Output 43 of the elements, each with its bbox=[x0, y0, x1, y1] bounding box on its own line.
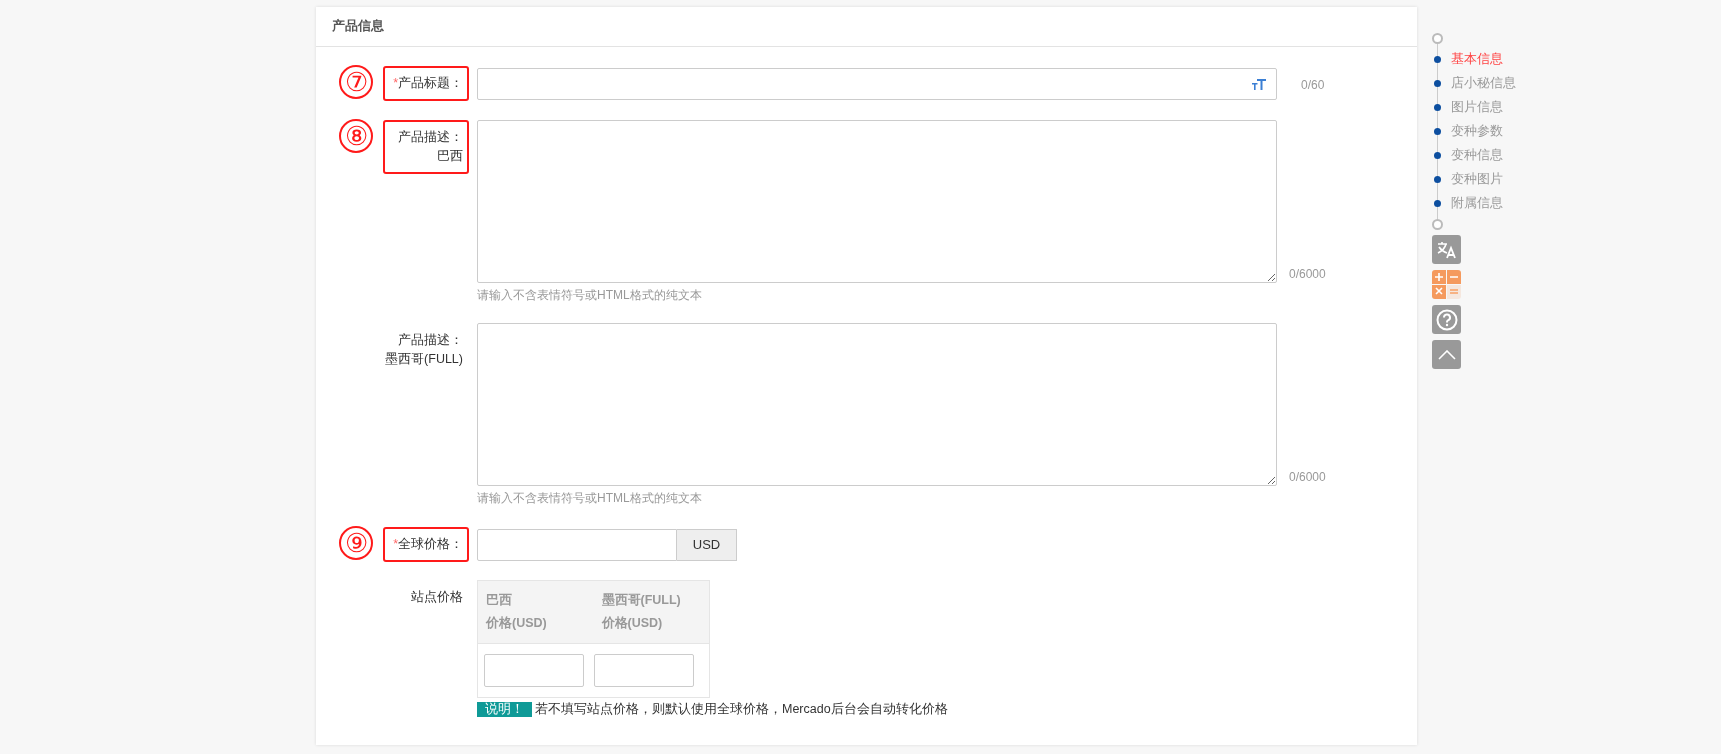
nav-link[interactable]: 变种信息 bbox=[1432, 146, 1516, 165]
section-title: 产品信息 bbox=[332, 18, 384, 36]
nav-link[interactable]: 图片信息 bbox=[1432, 98, 1516, 117]
timeline-end-icon bbox=[1432, 219, 1443, 230]
note-text: 若不填写站点价格，则默认使用全球价格，Mercado后台会自动转化价格 bbox=[535, 701, 948, 718]
price-input[interactable] bbox=[477, 529, 677, 561]
nav-link[interactable]: 店小秘信息 bbox=[1432, 74, 1516, 93]
translate-icon bbox=[1436, 240, 1457, 259]
text-size-icon[interactable] bbox=[1252, 77, 1266, 91]
help-button[interactable] bbox=[1432, 305, 1461, 334]
field-label: *全球价格： bbox=[383, 527, 469, 562]
column-header: 巴西 价格(USD) bbox=[484, 592, 548, 632]
nav-link[interactable]: 附属信息 bbox=[1432, 194, 1516, 213]
translate-button[interactable] bbox=[1432, 235, 1461, 264]
description-textarea[interactable] bbox=[477, 120, 1277, 283]
back-to-top-button[interactable] bbox=[1432, 340, 1461, 369]
field-label: 站点价格 bbox=[410, 589, 464, 606]
nav-link[interactable]: 变种图片 bbox=[1432, 170, 1516, 189]
description-textarea[interactable] bbox=[477, 323, 1277, 486]
site-price-input[interactable] bbox=[484, 654, 584, 687]
hint-text: 请输入不含表情符号或HTML格式的纯文本 bbox=[477, 287, 703, 304]
char-counter: 0/6000 bbox=[1289, 266, 1326, 283]
number-marker: ⑧ bbox=[339, 119, 373, 153]
timeline-start-icon bbox=[1432, 33, 1443, 44]
char-counter: 0/60 bbox=[1301, 77, 1325, 94]
nav-link[interactable]: 基本信息 bbox=[1432, 50, 1516, 69]
char-counter: 0/6000 bbox=[1289, 469, 1326, 486]
currency-addon: USD bbox=[677, 529, 737, 561]
field-label: 产品描述： 巴西 bbox=[383, 120, 469, 174]
chevron-up-icon bbox=[1437, 349, 1456, 360]
note-badge: 说明！ bbox=[477, 701, 532, 717]
field-label: *产品标题： bbox=[383, 66, 469, 101]
site-price-input[interactable] bbox=[594, 654, 694, 687]
nav-link[interactable]: 变种参数 bbox=[1432, 122, 1516, 141]
field-label: 产品描述： 墨西哥(FULL) bbox=[384, 332, 464, 368]
calculator-icon bbox=[1432, 270, 1461, 299]
number-marker: ⑦ bbox=[339, 65, 373, 99]
calculator-button[interactable] bbox=[1432, 270, 1461, 299]
number-marker: ⑨ bbox=[339, 526, 373, 560]
hint-text: 请输入不含表情符号或HTML格式的纯文本 bbox=[477, 490, 703, 507]
column-header: 墨西哥(FULL) 价格(USD) bbox=[600, 592, 682, 632]
title-input[interactable] bbox=[477, 68, 1277, 100]
help-icon bbox=[1435, 308, 1458, 331]
